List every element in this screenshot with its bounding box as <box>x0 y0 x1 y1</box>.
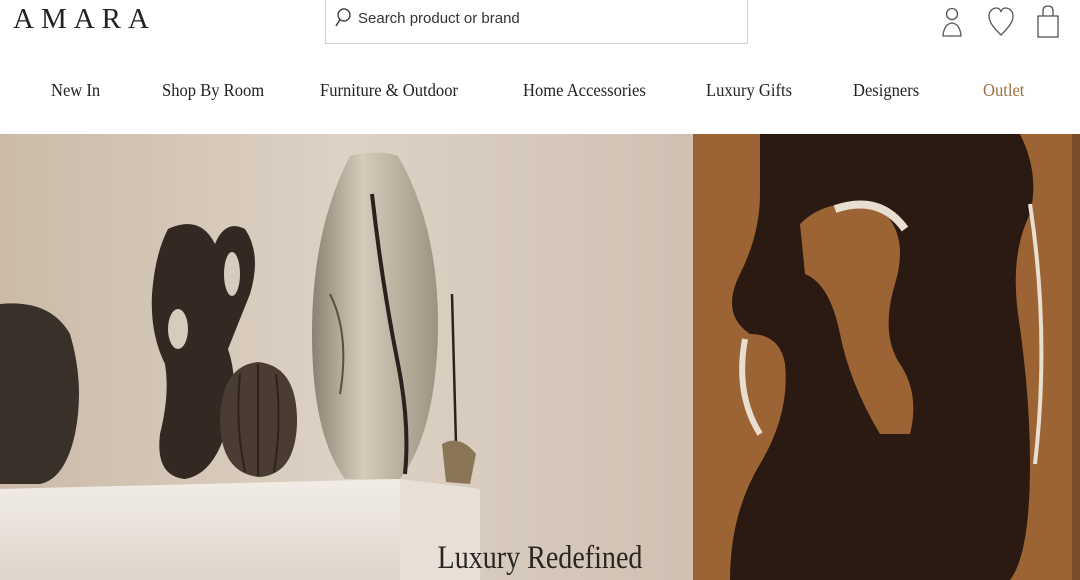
hero-banner[interactable]: Luxury Redefined <box>0 134 1080 580</box>
search-input[interactable] <box>358 6 728 30</box>
site-header: AMARA <box>0 0 1080 62</box>
main-navigation: New In Shop By Room Furniture & Outdoor … <box>0 62 1080 134</box>
amara-logo[interactable]: AMARA <box>13 3 156 36</box>
nav-item-shop-by-room[interactable]: Shop By Room <box>162 80 264 101</box>
nav-item-designers[interactable]: Designers <box>853 80 919 101</box>
shopping-bag-icon[interactable] <box>1036 4 1060 38</box>
nav-item-home-accessories[interactable]: Home Accessories <box>523 80 646 101</box>
search-bar[interactable] <box>325 0 748 44</box>
nav-item-luxury-gifts[interactable]: Luxury Gifts <box>706 80 792 101</box>
search-icon <box>335 8 351 27</box>
nav-item-furniture-outdoor[interactable]: Furniture & Outdoor <box>320 80 458 101</box>
nav-item-new-in[interactable]: New In <box>51 80 100 101</box>
nav-item-outlet[interactable]: Outlet <box>983 80 1024 101</box>
wishlist-heart-icon[interactable] <box>987 4 1015 38</box>
hero-image <box>0 134 1080 580</box>
hero-title: Luxury Redefined <box>437 540 643 576</box>
account-icon[interactable] <box>940 4 964 38</box>
